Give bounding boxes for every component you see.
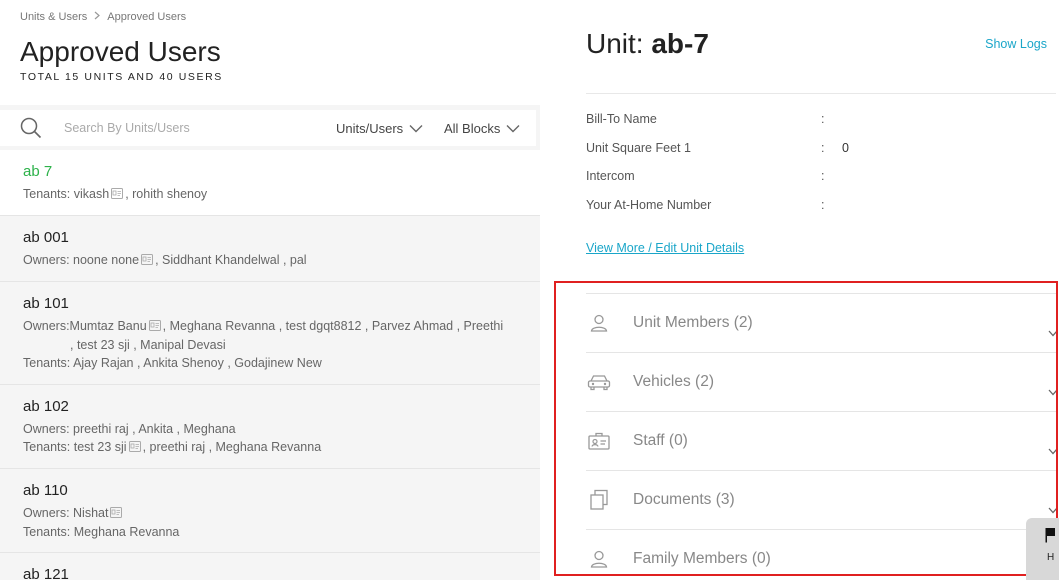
page-subtitle: TOTAL 15 UNITS AND 40 USERS	[20, 71, 223, 83]
member-line: Tenants: Ajay Rajan , Ankita Shenoy , Go…	[23, 356, 322, 370]
id-badge-icon	[141, 252, 154, 270]
unit-row[interactable]: ab 102 Owners: preethi raj , Ankita , Me…	[0, 385, 540, 469]
unit-row[interactable]: ab 101 Owners:Mumtaz Banu, Meghana Revan…	[0, 282, 540, 385]
sections-highlight-box: Unit Members (2) Vehicles (2) Staff (0)	[554, 281, 1058, 576]
flag-icon	[1044, 527, 1056, 548]
person-icon	[586, 313, 612, 333]
blocks-filter-label: All Blocks	[444, 121, 501, 136]
search-input[interactable]	[64, 121, 314, 135]
units-list: ab 7 Tenants: vikash, rohith shenoy ab 0…	[0, 150, 540, 580]
divider	[586, 93, 1056, 94]
member-line: Tenants: Meghana Revanna	[23, 525, 180, 539]
unit-name[interactable]: ab 101	[23, 295, 517, 312]
chevron-right-icon	[93, 11, 101, 23]
unit-row[interactable]: ab 001 Owners: noone none, Siddhant Khan…	[0, 216, 540, 282]
breadcrumb-current: Approved Users	[107, 11, 187, 23]
person-icon	[586, 549, 612, 569]
chevron-down-icon	[1048, 324, 1056, 342]
section-family-members[interactable]: Family Members (0)	[586, 529, 1056, 574]
detail-field: Your At-Home Number :	[586, 198, 825, 212]
chevron-down-icon	[1048, 442, 1056, 460]
help-label: H	[1047, 552, 1055, 563]
section-staff[interactable]: Staff (0)	[586, 411, 1056, 470]
chevron-down-icon	[506, 121, 520, 136]
unit-row[interactable]: ab 121	[0, 553, 540, 580]
search-bar: Units/Users All Blocks	[0, 110, 536, 146]
member-line: Owners: Nishat	[23, 504, 517, 523]
member-line: , test 23 sji , Manipal Devasi	[70, 338, 226, 352]
detail-field: Unit Square Feet 1 : 0	[586, 141, 849, 155]
chevron-down-icon	[1048, 501, 1056, 519]
id-badge-icon	[111, 186, 124, 204]
detail-field: Bill-To Name :	[586, 112, 825, 126]
search-icon	[0, 110, 62, 146]
member-line: Owners: preethi raj , Ankita , Meghana	[23, 422, 236, 436]
unit-name[interactable]: ab 121	[23, 566, 517, 580]
units-users-filter[interactable]: Units/Users	[336, 121, 423, 136]
id-card-icon	[586, 432, 612, 450]
unit-name[interactable]: ab 001	[23, 229, 517, 246]
page-title: Approved Users	[20, 36, 221, 67]
help-widget[interactable]: H	[1026, 518, 1059, 580]
show-logs-link[interactable]: Show Logs	[985, 37, 1047, 51]
units-users-filter-label: Units/Users	[336, 121, 404, 136]
documents-icon	[586, 489, 612, 511]
unit-name[interactable]: ab 7	[23, 163, 517, 180]
detail-field: Intercom :	[586, 169, 825, 183]
section-vehicles[interactable]: Vehicles (2)	[586, 352, 1056, 411]
list-header: Units & Users Approved Users Approved Us…	[0, 0, 540, 105]
member-line: Tenants: vikash, rohith shenoy	[23, 185, 517, 204]
member-line: Owners: noone none, Siddhant Khandelwal …	[23, 251, 517, 270]
unit-name[interactable]: ab 110	[23, 482, 517, 499]
unit-name[interactable]: ab 102	[23, 398, 517, 415]
id-badge-icon	[128, 439, 141, 457]
car-icon	[586, 373, 612, 391]
id-badge-icon	[148, 318, 161, 336]
section-documents[interactable]: Documents (3)	[586, 470, 1056, 529]
chevron-down-icon	[1048, 383, 1056, 401]
member-line: Owners:Mumtaz Banu, Meghana Revanna , te…	[23, 317, 517, 336]
unit-row[interactable]: ab 110 Owners: Nishat Tenants: Meghana R…	[0, 469, 540, 553]
breadcrumb: Units & Users Approved Users	[20, 11, 520, 23]
chevron-down-icon	[409, 121, 423, 136]
view-more-edit-link[interactable]: View More / Edit Unit Details	[586, 241, 744, 255]
unit-title: Unit: ab-7	[586, 28, 709, 59]
units-list-pane: Units & Users Approved Users Approved Us…	[0, 0, 540, 580]
unit-detail-pane: Unit: ab-7 Show Logs Bill-To Name : Unit…	[540, 0, 1059, 580]
section-unit-members[interactable]: Unit Members (2)	[586, 293, 1056, 352]
blocks-filter[interactable]: All Blocks	[444, 121, 520, 136]
breadcrumb-root[interactable]: Units & Users	[20, 11, 87, 23]
member-line: Tenants: test 23 sji, preethi raj , Megh…	[23, 438, 517, 457]
id-badge-icon	[110, 505, 123, 523]
unit-row[interactable]: ab 7 Tenants: vikash, rohith shenoy	[0, 150, 540, 216]
